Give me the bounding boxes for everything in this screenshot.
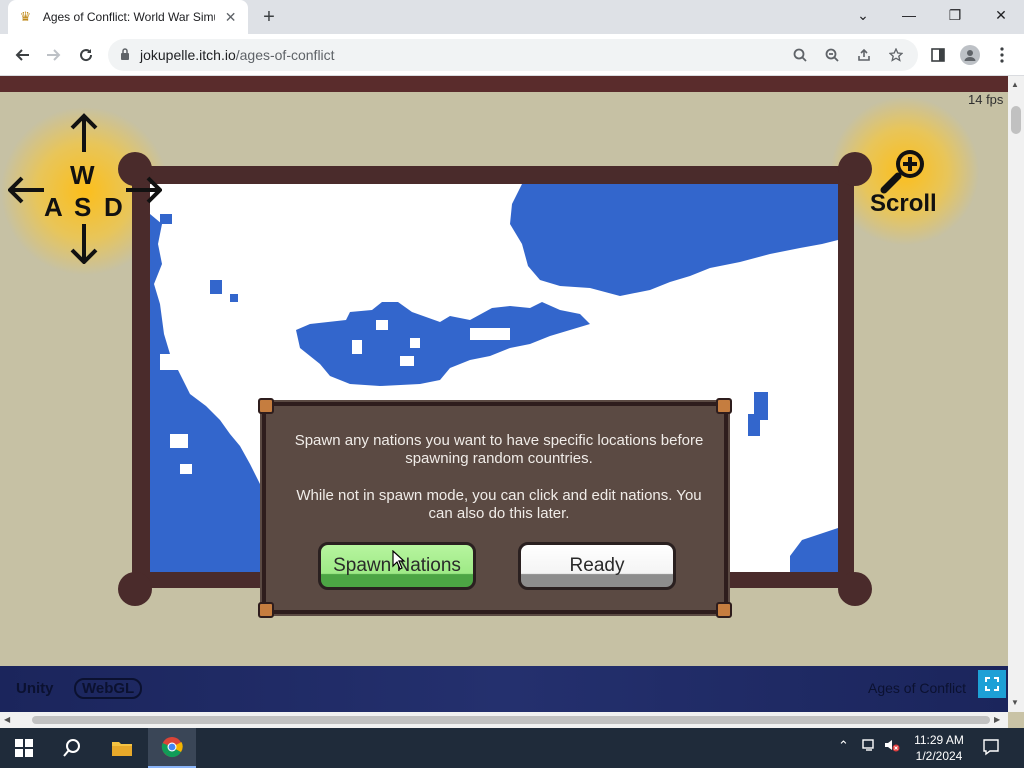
zoom-in-magnifier-icon — [880, 150, 924, 194]
dialog-corner — [716, 602, 732, 618]
frame-corner-dot — [838, 572, 872, 606]
tab-close-icon[interactable]: ✕ — [223, 9, 238, 25]
unity-footer: Unity WebGL Ages of Conflict — [0, 666, 1008, 712]
fullscreen-icon — [985, 677, 999, 691]
tab-search-button[interactable]: ⌄ — [840, 0, 886, 30]
browser-toolbar: jokupelle.itch.io/ages-of-conflict — [0, 34, 1024, 76]
forward-arrow-icon[interactable] — [42, 43, 66, 67]
scroll-right-arrow-icon[interactable]: ▶ — [994, 715, 1000, 724]
page-header-bar — [0, 76, 1008, 92]
file-explorer-button[interactable] — [98, 728, 146, 768]
key-d-label: D — [104, 192, 123, 222]
dialog-corner — [716, 398, 732, 414]
notifications-icon[interactable] — [982, 738, 1000, 759]
search-icon — [63, 739, 80, 757]
person-icon — [960, 45, 980, 65]
dialog-text-spawn-info: Spawn any nations you want to have speci… — [294, 432, 704, 467]
zoom-out-icon[interactable] — [820, 43, 844, 67]
spawn-dialog: Spawn any nations you want to have speci… — [258, 398, 732, 618]
browser-tab[interactable]: ♛ Ages of Conflict: World War Simu ✕ — [8, 0, 248, 34]
system-clock[interactable]: 11:29 AM 1/2/2024 — [900, 732, 978, 764]
folder-icon — [112, 742, 132, 756]
wasd-controls-hint: W A S D — [8, 112, 162, 264]
scroll-left-arrow-icon[interactable]: ◀ — [4, 715, 10, 724]
ready-button[interactable]: Ready — [518, 542, 676, 590]
show-hidden-icons-chevron-icon[interactable]: ⌃ — [838, 738, 849, 754]
search-icon[interactable] — [788, 43, 812, 67]
dialog-corner — [258, 398, 274, 414]
close-window-button[interactable]: ✕ — [978, 0, 1024, 30]
menu-dots-icon[interactable] — [990, 43, 1014, 67]
unity-logo: Unity — [16, 680, 54, 697]
network-icon[interactable] — [862, 738, 878, 755]
clock-date: 1/2/2024 — [915, 749, 963, 763]
share-icon[interactable] — [852, 43, 876, 67]
start-button[interactable] — [0, 728, 48, 768]
url-text: jokupelle.itch.io/ages-of-conflict — [140, 47, 335, 63]
horizontal-scrollbar[interactable]: ◀ ▶ — [0, 712, 1008, 728]
fps-counter: 14 fps — [968, 92, 1004, 107]
webgl-logo: WebGL — [74, 678, 143, 699]
volume-muted-icon[interactable] — [884, 738, 900, 755]
new-tab-button[interactable]: + — [258, 6, 280, 28]
scroll-hint-label: Scroll — [870, 190, 937, 217]
horizontal-scroll-thumb[interactable] — [32, 716, 990, 724]
restore-button[interactable]: ❐ — [932, 0, 978, 30]
vertical-scrollbar[interactable]: ▲ ▼ — [1008, 76, 1024, 712]
bookmark-star-icon[interactable] — [884, 43, 908, 67]
frame-corner-dot — [118, 572, 152, 606]
mouse-cursor-icon — [392, 550, 406, 570]
side-panel-icon[interactable] — [926, 43, 950, 67]
profile-avatar[interactable] — [958, 43, 982, 67]
chrome-taskbar-button[interactable] — [148, 728, 196, 768]
dialog-text-edit-info: While not in spawn mode, you can click a… — [296, 487, 702, 522]
game-title-footer: Ages of Conflict — [868, 680, 967, 696]
page-viewport: 14 fps W A S D Scroll Spawn any nations … — [0, 76, 1024, 728]
key-s-label: S — [74, 192, 92, 222]
tab-title: Ages of Conflict: World War Simu — [42, 10, 216, 24]
windows-taskbar: ⌃ 11:29 AM 1/2/2024 — [0, 728, 1024, 768]
reload-icon[interactable] — [74, 43, 98, 67]
fullscreen-button[interactable] — [978, 670, 1006, 698]
tab-strip: ♛ Ages of Conflict: World War Simu ✕ + ⌄… — [0, 0, 1024, 34]
frame-corner-dot — [838, 152, 872, 186]
key-a-label: A — [44, 192, 63, 222]
chrome-icon — [161, 737, 183, 758]
address-bar[interactable]: jokupelle.itch.io/ages-of-conflict — [108, 39, 918, 71]
minimize-button[interactable]: — — [886, 0, 932, 30]
dialog-corner — [258, 602, 274, 618]
back-arrow-icon[interactable] — [10, 43, 34, 67]
lock-icon — [120, 47, 130, 63]
taskbar-search-button[interactable] — [48, 728, 96, 768]
crown-favicon-icon: ♛ — [19, 9, 32, 24]
scroll-down-arrow-icon[interactable]: ▼ — [1011, 698, 1019, 707]
windows-logo-icon — [15, 739, 33, 757]
vertical-scroll-thumb[interactable] — [1011, 106, 1021, 134]
scroll-up-arrow-icon[interactable]: ▲ — [1011, 80, 1019, 89]
clock-time: 11:29 AM — [914, 733, 964, 747]
key-w-label: W — [70, 160, 95, 190]
